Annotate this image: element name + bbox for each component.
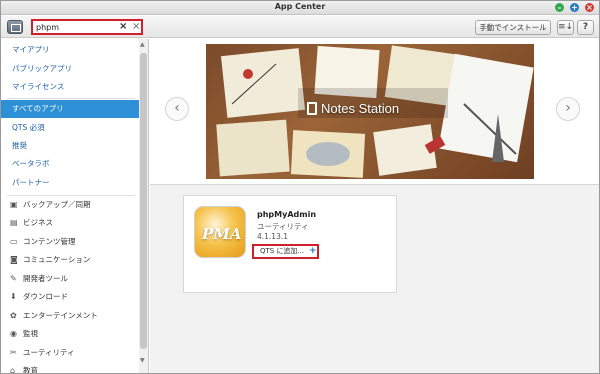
add-to-qts-button[interactable]: QTS に追加... +	[252, 244, 319, 259]
download-icon: ⬇	[10, 292, 17, 301]
entertainment-icon: ✿	[10, 311, 17, 320]
sidebar-category-entertainment[interactable]: ✿ エンターテインメント	[1, 307, 139, 325]
sidebar-item-beta-lab[interactable]: ベータラボ	[1, 155, 139, 173]
close-search-icon[interactable]: ×	[132, 21, 140, 32]
sidebar-item-my-apps[interactable]: マイアプリ	[1, 41, 139, 59]
utility-icon: ✂	[10, 348, 17, 357]
backup-icon: ▣	[10, 200, 18, 209]
sidebar-item-public-apps[interactable]: パブリックアプリ	[1, 60, 139, 78]
chat-icon: ◙	[10, 255, 18, 264]
scroll-down-icon[interactable]: ▼	[140, 357, 145, 364]
main-content: ‹ Notes Station › PMA phpMyAdmin ユーティリティ…	[150, 39, 599, 373]
briefcase-icon: ▤	[10, 218, 18, 227]
app-name[interactable]: phpMyAdmin	[257, 210, 316, 219]
phpmyadmin-app-icon[interactable]: PMA	[194, 206, 246, 258]
sidebar-category-business[interactable]: ▤ ビジネス	[1, 214, 139, 232]
help-button[interactable]: ?	[577, 20, 594, 35]
sidebar-category-download[interactable]: ⬇ ダウンロード	[1, 288, 139, 306]
sidebar-category-utility[interactable]: ✂ ユーティリティ	[1, 344, 139, 362]
title-bar: App Center – + ×	[1, 1, 599, 15]
education-icon: ⌂	[10, 366, 16, 374]
maximize-button[interactable]: +	[570, 3, 579, 12]
plus-icon: +	[309, 246, 317, 256]
sidebar-category-education[interactable]: ⌂ 教育	[1, 362, 139, 374]
sidebar-scrollbar[interactable]: ▲ ▼	[139, 39, 148, 373]
banner-carousel: ‹ Notes Station ›	[150, 39, 599, 185]
app-center-window: App Center – + × × × 手動でインストール ≡↓ ? マイアプ…	[0, 0, 600, 374]
close-window-button[interactable]: ×	[585, 3, 594, 12]
featured-banner[interactable]: Notes Station	[206, 44, 534, 179]
toolbar: × × 手動でインストール ≡↓ ?	[1, 16, 599, 38]
grid-view-button[interactable]	[7, 20, 23, 34]
minimize-button[interactable]: –	[555, 3, 564, 12]
sidebar-item-recommended[interactable]: 推奨	[1, 137, 139, 155]
sidebar-divider	[7, 98, 135, 99]
sidebar-item-partners[interactable]: パートナー	[1, 174, 139, 192]
clear-search-icon[interactable]: ×	[119, 21, 127, 32]
sort-menu-button[interactable]: ≡↓	[557, 20, 574, 35]
sidebar-item-qts-essentials[interactable]: QTS 必須	[1, 119, 139, 137]
sidebar-category-monitor[interactable]: ◉ 監視	[1, 325, 139, 343]
sidebar-category-developer[interactable]: ✎ 開発者ツール	[1, 270, 139, 288]
sidebar-category-backup[interactable]: ▣ バックアップ／同期	[1, 196, 139, 214]
banner-title: Notes Station	[321, 101, 400, 116]
sidebar-item-all-apps[interactable]: すべてのアプリ	[1, 100, 139, 118]
scroll-up-icon[interactable]: ▲	[140, 41, 145, 48]
add-to-qts-label: QTS に追加...	[260, 247, 305, 255]
content-icon: ▭	[10, 237, 18, 246]
sidebar-item-my-licenses[interactable]: マイライセンス	[1, 78, 139, 96]
carousel-prev-button[interactable]: ‹	[165, 97, 189, 121]
search-input[interactable]	[36, 22, 126, 32]
sidebar-category-content[interactable]: ▭ コンテンツ管理	[1, 233, 139, 251]
app-category: ユーティリティ	[257, 222, 309, 231]
window-title: App Center	[274, 2, 326, 11]
note-icon	[307, 102, 317, 115]
scrollbar-thumb[interactable]	[140, 53, 147, 349]
monitor-icon: ◉	[10, 329, 17, 338]
sidebar-category-communication[interactable]: ◙ コミュニケーション	[1, 251, 139, 269]
wrench-icon: ✎	[10, 274, 17, 283]
manual-install-button[interactable]: 手動でインストール	[475, 20, 551, 35]
app-version: 4.1.13.1	[257, 232, 289, 241]
carousel-next-button[interactable]: ›	[556, 97, 580, 121]
search-box: × ×	[31, 19, 143, 35]
search-result-card[interactable]: PMA phpMyAdmin ユーティリティ 4.1.13.1 QTS に追加.…	[183, 195, 397, 293]
sidebar: マイアプリ パブリックアプリ マイライセンス すべてのアプリ QTS 必須 推奨…	[1, 39, 149, 374]
